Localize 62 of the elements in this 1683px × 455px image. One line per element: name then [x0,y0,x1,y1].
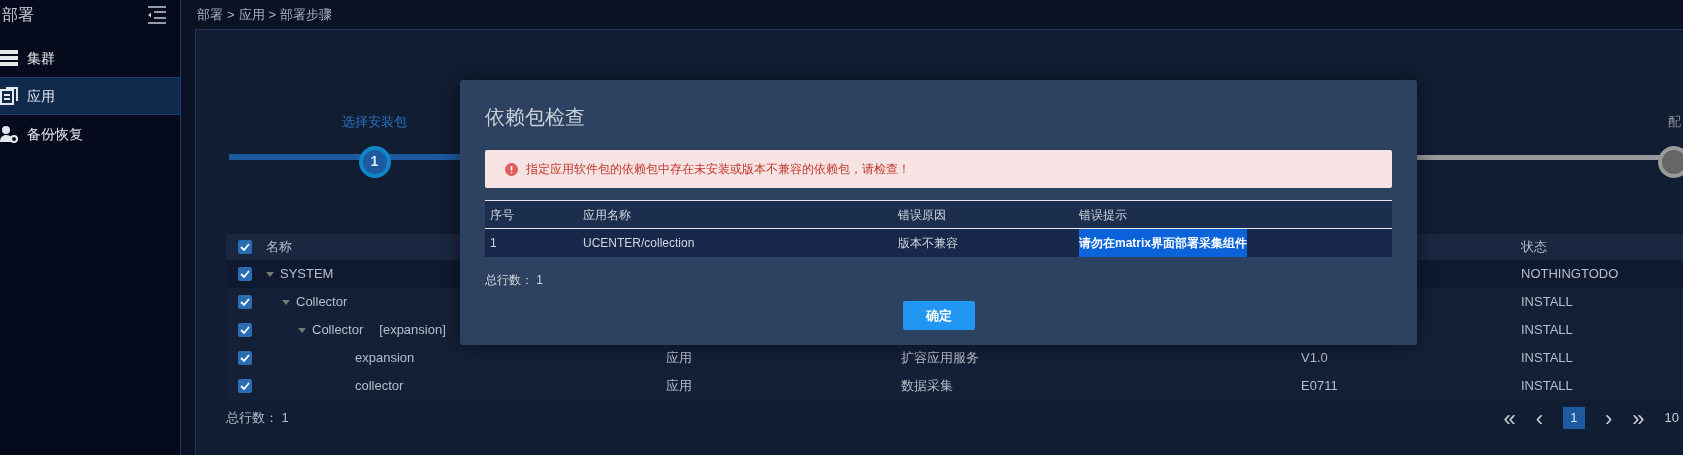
table-cell-text: 应用 [666,349,692,368]
checkbox[interactable] [238,323,252,337]
previous-page-button[interactable]: ‹ [1535,401,1543,435]
sidebar-item[interactable]: 备份恢复 [0,115,180,153]
collapse-menu-icon[interactable] [148,6,166,24]
table-cell-text: 版本不兼容 [898,235,958,252]
document-icon [0,87,18,105]
expand-caret-icon[interactable] [266,271,274,277]
table-cell-text: UCENTER/collection [583,235,695,252]
table-cell-text: NOTHINGTODO [1521,265,1619,284]
alert-text: 指定应用软件包的依赖包中存在未安装或版本不兼容的依赖包，请检查！ [526,161,910,178]
tree-node-label: collector [355,377,404,396]
expand-caret-icon[interactable] [282,299,290,305]
last-page-button[interactable]: » [1632,401,1645,435]
table-cell-text: E0711 [1301,377,1338,396]
breadcrumb-separator: > [268,5,277,24]
breadcrumb-link[interactable]: 部署步骤 [280,4,333,25]
tree-node-label: expansion [355,349,415,368]
page-button[interactable]: 1 [1562,407,1585,429]
column-header: 错误原因 [898,206,947,224]
user-gear-icon [0,125,18,143]
checkbox[interactable] [238,351,252,365]
step-label: 选择安装包 [342,113,407,131]
first-page-button[interactable]: « [1503,401,1516,435]
dialog-title: 依赖包检查 [485,105,586,130]
expand-caret-icon[interactable] [298,327,306,333]
table-cell-text: 扩容应用服务 [901,349,979,368]
checkbox[interactable] [238,240,252,254]
breadcrumb-separator: > [227,5,235,24]
column-header: 应用名称 [583,206,632,224]
sidebar-item[interactable]: 集群 [0,39,180,77]
table-cell-text: INSTALL [1521,377,1573,396]
checkbox[interactable] [238,267,252,281]
breadcrumb-link[interactable]: 部署 [197,4,223,25]
table-cell-text: 应用 [666,377,692,396]
column-header: 状态 [1521,238,1547,257]
table-cell-text: 1 [490,235,497,252]
checkbox[interactable] [238,379,252,393]
table-cell-text: 数据采集 [901,377,953,396]
sidebar-title: 部署 [2,5,34,25]
step-label: 配 [1667,113,1681,131]
table-cell-text: INSTALL [1521,321,1573,340]
table-cell-text: INSTALL [1521,349,1573,368]
next-page-button[interactable]: › [1604,401,1613,435]
breadcrumb-link[interactable]: 应用 [238,4,265,25]
checkbox[interactable] [238,295,252,309]
tree-node-label: Collector [296,293,348,312]
node-tag: [expansion] [379,320,446,340]
column-header: 序号 [490,206,515,224]
error-icon [505,162,518,176]
table-cell-text: V1.0 [1301,349,1328,368]
tree-node-label: Collector [312,321,364,340]
row-count: 总行数： 1 [485,272,544,289]
table-cell-text: INSTALL [1521,293,1573,312]
column-header: 名称 [266,238,292,257]
row-count: 总行数： 1 [226,409,289,428]
server-icon [0,50,18,66]
sidebar-item[interactable]: 应用 [0,77,180,115]
tree-node-label: SYSTEM [280,265,334,284]
page-size-select[interactable]: 10 [1664,408,1679,428]
column-header: 错误提示 [1079,206,1128,224]
table-cell: 请勿在matrix界面部署采集组件 [1079,229,1248,257]
